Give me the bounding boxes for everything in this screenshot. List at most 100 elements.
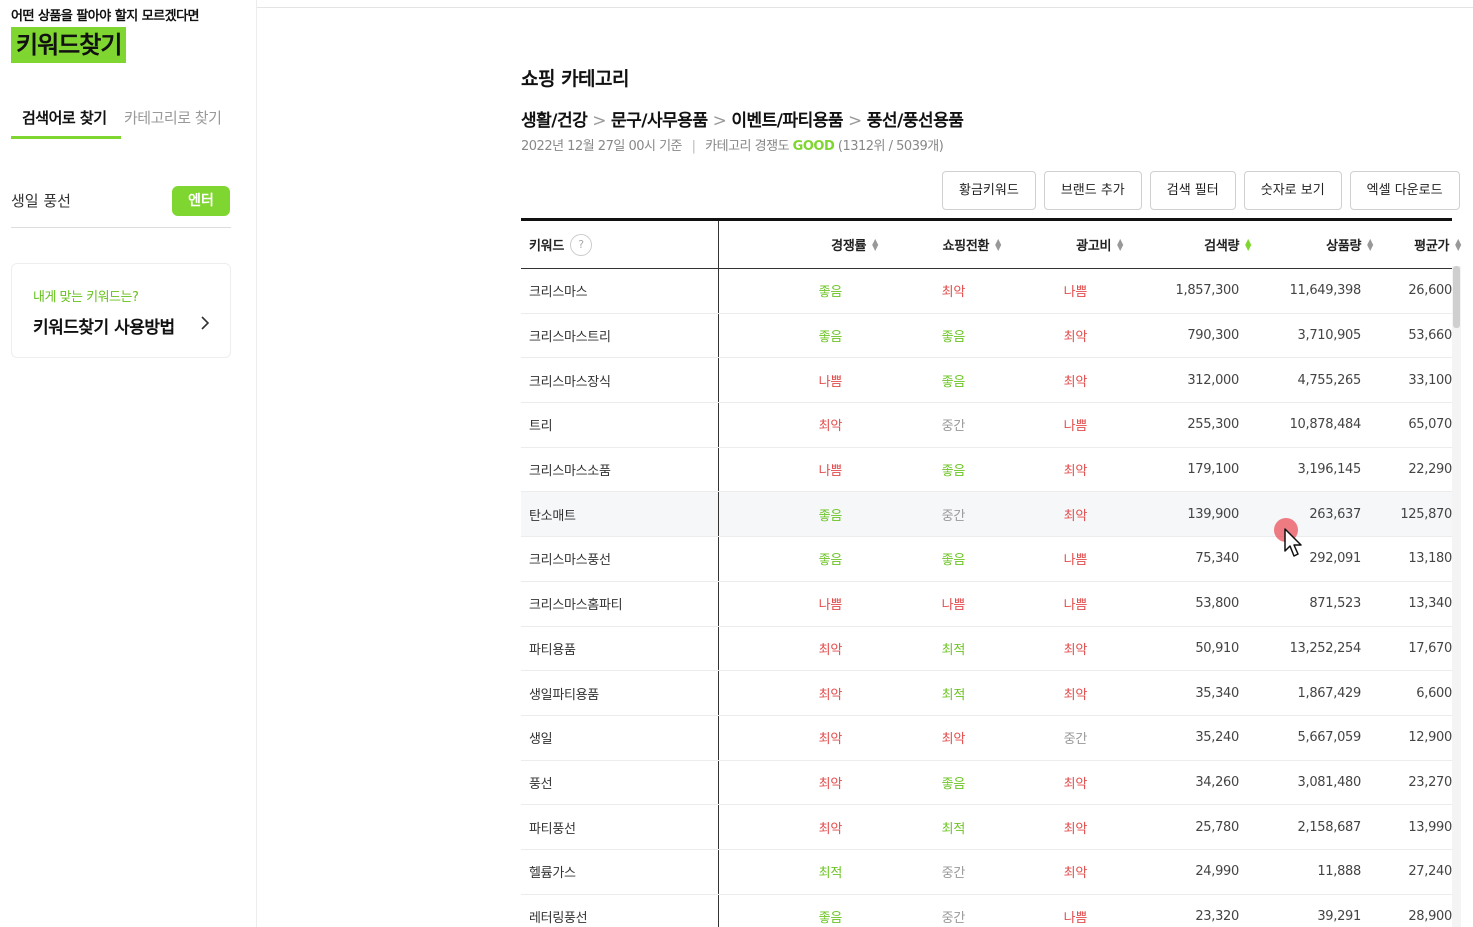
golden-keyword-button[interactable]: 황금키워드 [942, 171, 1036, 210]
keyword-cell[interactable]: 크리스마스풍선 [529, 537, 719, 581]
enter-button[interactable]: 엔터 [172, 186, 230, 216]
tab-search-by-keyword[interactable]: 검색어로 찾기 [11, 106, 121, 130]
sort-icon: ▲ ▼ [872, 236, 878, 252]
search-volume-cell: 179,100 [1187, 462, 1239, 478]
average-price-cell: 13,180 [1408, 551, 1452, 567]
competition-cell: 나쁨 [818, 374, 843, 390]
table-row[interactable]: 파티풍선 최악 최적 최악 25,780 2,158,687 13,990 [521, 805, 1452, 850]
product-count-cell: 2,158,687 [1297, 819, 1362, 835]
logo[interactable]: 키워드찾기 [11, 27, 127, 63]
keyword-cell[interactable]: 크리스마스 [529, 269, 719, 313]
average-price-cell: 13,340 [1408, 596, 1452, 612]
breadcrumb-item[interactable]: 이벤트/파티용품 [731, 111, 843, 131]
shopping-conversion-cell: 좋음 [941, 374, 966, 390]
top-divider [257, 7, 1473, 8]
product-count-cell: 3,710,905 [1297, 328, 1362, 344]
breadcrumb-separator: > [848, 111, 862, 131]
table-row[interactable]: 헬륨가스 최적 중간 최악 24,990 11,888 27,240 [521, 849, 1452, 895]
search-volume-cell: 35,240 [1195, 730, 1239, 746]
header-product-count[interactable]: 상품량 ▲ ▼ [1259, 221, 1381, 268]
scrollbar-thumb[interactable] [1453, 266, 1460, 328]
header-search-volume[interactable]: 검색량 ▲ ▼ [1137, 221, 1259, 268]
search-volume-cell: 50,910 [1195, 640, 1239, 656]
header-shopping-conversion[interactable]: 쇼핑전환 ▲ ▼ [892, 221, 1015, 268]
keyword-cell[interactable]: 크리스마스소품 [529, 448, 719, 492]
table-scrollbar[interactable] [1452, 266, 1461, 927]
sort-icon: ▲ ▼ [1367, 236, 1373, 252]
table-row[interactable]: 크리스마스 좋음 최악 나쁨 1,857,300 11,649,398 26,600 [521, 269, 1452, 314]
page-title: 쇼핑 카테고리 [521, 68, 630, 90]
search-volume-cell: 35,340 [1195, 685, 1239, 701]
view-numbers-button[interactable]: 숫자로 보기 [1243, 171, 1342, 210]
ad-cost-cell: 나쁨 [1063, 285, 1088, 301]
header-competition[interactable]: 경쟁률 ▲ ▼ [718, 221, 892, 268]
ad-cost-cell: 나쁨 [1063, 419, 1088, 435]
table-row[interactable]: 파티용품 최악 최적 최악 50,910 13,252,254 17,670 [521, 626, 1452, 672]
keyword-cell[interactable]: 크리스마스트리 [529, 314, 719, 358]
keyword-cell[interactable]: 생일 [529, 716, 719, 760]
shopping-conversion-cell: 중간 [941, 866, 966, 882]
competition-cell: 좋음 [818, 508, 843, 524]
breadcrumb-item[interactable]: 풍선/풍선용품 [867, 111, 964, 131]
breadcrumb-item[interactable]: 문구/사무용품 [611, 111, 708, 131]
chevron-right-icon [200, 312, 210, 336]
header-label: 평균가 [1414, 239, 1450, 254]
header-ad-cost[interactable]: 광고비 ▲ ▼ [1015, 221, 1137, 268]
search-input[interactable] [11, 184, 161, 216]
average-price-cell: 125,870 [1400, 506, 1452, 522]
search-filter-button[interactable]: 검색 필터 [1149, 171, 1236, 210]
average-price-cell: 53,660 [1408, 328, 1452, 344]
product-count-cell: 3,196,145 [1297, 462, 1362, 478]
keyword-cell[interactable]: 탄소매트 [529, 492, 719, 536]
table-row[interactable]: 트리 최악 중간 나쁨 255,300 10,878,484 65,070 [521, 403, 1452, 448]
search-volume-cell: 790,300 [1187, 328, 1239, 344]
tab-search-by-category[interactable]: 카테고리로 찾기 [124, 106, 222, 130]
ad-cost-cell: 나쁨 [1063, 553, 1088, 569]
average-price-cell: 28,900 [1408, 908, 1452, 924]
search-box: 엔터 [11, 184, 231, 228]
keyword-table: 키워드 ? 경쟁률 ▲ ▼ 쇼핑전환 ▲ ▼ 광고비 ▲ ▼ 검색량 ▲ ▼ 상품량 ▲… [521, 218, 1461, 927]
keyword-cell[interactable]: 크리스마스홈파티 [529, 582, 719, 626]
average-price-cell: 23,270 [1408, 774, 1452, 790]
keyword-cell[interactable]: 풍선 [529, 761, 719, 805]
product-count-cell: 39,291 [1317, 908, 1361, 924]
keyword-cell[interactable]: 헬륨가스 [529, 850, 719, 894]
keyword-cell[interactable]: 파티용품 [529, 627, 719, 671]
table-row[interactable]: 풍선 최악 좋음 최악 34,260 3,081,480 23,270 [521, 760, 1452, 806]
ad-cost-cell: 나쁨 [1063, 598, 1088, 614]
add-brand-button[interactable]: 브랜드 추가 [1043, 171, 1142, 210]
meta-divider: | [691, 139, 696, 154]
breadcrumb-item[interactable]: 생활/건강 [521, 111, 588, 131]
table-row[interactable]: 크리스마스홈파티 나쁨 나쁨 나쁨 53,800 871,523 13,340 [521, 581, 1452, 627]
search-volume-cell: 23,320 [1195, 908, 1239, 924]
table-row[interactable]: 탄소매트 좋음 중간 최악 139,900 263,637 125,870 [521, 492, 1452, 538]
competition-cell: 최악 [818, 776, 843, 792]
table-row[interactable]: 레터링풍선 좋음 중간 나쁨 23,320 39,291 28,900 [521, 894, 1452, 927]
ad-cost-cell: 최악 [1063, 821, 1088, 837]
shopping-conversion-cell: 나쁨 [941, 598, 966, 614]
keyword-cell[interactable]: 레터링풍선 [529, 895, 719, 927]
table-row[interactable]: 생일 최악 최악 중간 35,240 5,667,059 12,900 [521, 715, 1452, 761]
help-card[interactable]: 내게 맞는 키워드는? 키워드찾기 사용방법 [11, 263, 231, 358]
table-row[interactable]: 생일파티용품 최악 최적 최악 35,340 1,867,429 6,600 [521, 671, 1452, 716]
help-icon[interactable]: ? [569, 233, 592, 256]
shopping-conversion-cell: 중간 [941, 419, 966, 435]
table-row[interactable]: 크리스마스장식 나쁨 좋음 최악 312,000 4,755,265 33,100 [521, 358, 1452, 404]
excel-download-button[interactable]: 엑셀 다운로드 [1349, 171, 1460, 210]
table-row[interactable]: 크리스마스트리 좋음 좋음 최악 790,300 3,710,905 53,660 [521, 313, 1452, 359]
ad-cost-cell: 최악 [1063, 776, 1088, 792]
table-header: 키워드 ? 경쟁률 ▲ ▼ 쇼핑전환 ▲ ▼ 광고비 ▲ ▼ 검색량 ▲ ▼ 상품량 ▲… [521, 221, 1461, 269]
table-row[interactable]: 크리스마스소품 나쁨 좋음 최악 179,100 3,196,145 22,290 [521, 447, 1452, 493]
keyword-cell[interactable]: 트리 [529, 403, 719, 447]
search-volume-cell: 139,900 [1187, 506, 1239, 522]
table-row[interactable]: 크리스마스풍선 좋음 좋음 나쁨 75,340 292,091 13,180 [521, 537, 1452, 582]
search-volume-cell: 312,000 [1187, 372, 1239, 388]
average-price-cell: 13,990 [1408, 819, 1452, 835]
keyword-cell[interactable]: 생일파티용품 [529, 671, 719, 715]
competition-cell: 최악 [818, 821, 843, 837]
keyword-cell[interactable]: 파티풍선 [529, 805, 719, 849]
shopping-conversion-cell: 최적 [941, 642, 966, 658]
ad-cost-cell: 최악 [1063, 866, 1088, 882]
keyword-cell[interactable]: 크리스마스장식 [529, 358, 719, 402]
header-average-price[interactable]: 평균가 ▲ ▼ [1381, 221, 1461, 268]
